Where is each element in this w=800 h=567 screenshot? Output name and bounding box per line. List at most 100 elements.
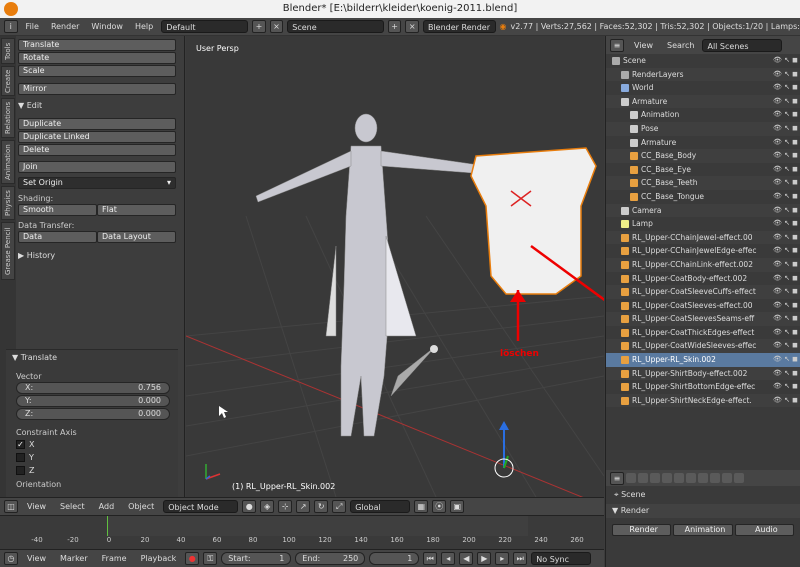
end-frame-field[interactable]: End: 250	[295, 552, 366, 565]
lamp-object[interactable]	[430, 345, 438, 353]
outliner-search-menu[interactable]: Search	[663, 41, 698, 50]
outliner-row[interactable]: RL_Upper-CChainLink-effect.002 👁 ↖ ◼	[606, 257, 800, 272]
remove-scene-icon[interactable]: ×	[405, 20, 419, 33]
modifiers-tab-icon[interactable]	[698, 473, 708, 483]
outliner-row[interactable]: RL_Upper-ShirtBody-effect.002 👁 ↖ ◼	[606, 366, 800, 381]
outliner-row[interactable]: Animation 👁 ↖ ◼	[606, 108, 800, 122]
menu-window[interactable]: Window	[87, 22, 127, 31]
visibility-toggles-icon[interactable]: 👁 ↖ ◼	[773, 394, 798, 408]
edit-panel-header[interactable]: ▼ Edit	[18, 100, 176, 112]
data-button[interactable]: Data	[18, 231, 97, 243]
outliner-row[interactable]: Scene 👁 ↖ ◼	[606, 54, 800, 68]
tab-animation[interactable]: Animation	[1, 140, 15, 184]
vector-x-field[interactable]: X: 0.756	[16, 382, 170, 394]
vp-menu-object[interactable]: Object	[123, 502, 159, 511]
add-scene-icon[interactable]: +	[387, 20, 402, 33]
tab-tools[interactable]: Tools	[1, 38, 15, 64]
join-button[interactable]: Join	[18, 161, 176, 173]
render-preview-icon[interactable]: ▣	[450, 500, 465, 513]
add-layout-icon[interactable]: +	[252, 20, 266, 33]
layers-icon[interactable]: ▦	[414, 500, 429, 513]
object-tab-icon[interactable]	[674, 473, 684, 483]
scene-tab-icon[interactable]	[650, 473, 660, 483]
vp-menu-view[interactable]: View	[22, 502, 51, 511]
visibility-toggles-icon[interactable]: 👁 ↖ ◼	[773, 217, 798, 231]
pivot-icon[interactable]: ◈	[260, 500, 275, 513]
jump-end-icon[interactable]: ⏭	[513, 552, 528, 565]
shading-icon[interactable]: ●	[242, 500, 257, 513]
tl-menu-view[interactable]: View	[22, 554, 51, 563]
next-key-icon[interactable]: ▸	[495, 552, 510, 565]
render-panel-header[interactable]: ▼ Render	[606, 504, 800, 518]
visibility-toggles-icon[interactable]: 👁 ↖ ◼	[773, 380, 798, 394]
render-button[interactable]: Render	[612, 524, 672, 536]
vp-menu-select[interactable]: Select	[55, 502, 90, 511]
outliner-row[interactable]: CC_Base_Eye 👁 ↖ ◼	[606, 163, 800, 177]
outliner-row[interactable]: RL_Upper-CChainJewel-effect.00 👁 ↖ ◼	[606, 230, 800, 245]
rotate-manipulator-icon[interactable]: ↻	[314, 500, 329, 513]
translate-button[interactable]: Translate	[18, 39, 176, 51]
world-tab-icon[interactable]	[662, 473, 672, 483]
scale-manipulator-icon[interactable]: ⤢	[332, 500, 347, 513]
outliner-row[interactable]: CC_Base_Body 👁 ↖ ◼	[606, 149, 800, 163]
menu-help[interactable]: Help	[131, 22, 157, 31]
layout-dropdown[interactable]: Default	[161, 20, 249, 33]
visibility-toggles-icon[interactable]: 👁 ↖ ◼	[773, 108, 798, 122]
translate-manipulator-icon[interactable]: ↗	[296, 500, 311, 513]
visibility-toggles-icon[interactable]: 👁 ↖ ◼	[773, 190, 798, 204]
outliner-row[interactable]: CC_Base_Teeth 👁 ↖ ◼	[606, 176, 800, 190]
editor-type-icon[interactable]: ◷	[4, 552, 18, 565]
visibility-toggles-icon[interactable]: 👁 ↖ ◼	[773, 258, 798, 272]
visibility-toggles-icon[interactable]: 👁 ↖ ◼	[773, 285, 798, 299]
visibility-toggles-icon[interactable]: 👁 ↖ ◼	[773, 326, 798, 340]
set-origin-dropdown[interactable]: Set Origin ▾	[18, 177, 176, 189]
visibility-toggles-icon[interactable]: 👁 ↖ ◼	[773, 163, 798, 177]
data-layout-button[interactable]: Data Layout	[97, 231, 176, 243]
menu-file[interactable]: File	[22, 22, 43, 31]
mode-dropdown[interactable]: Object Mode	[163, 500, 239, 513]
play-icon[interactable]: ▶	[477, 552, 492, 565]
render-tab-icon[interactable]	[626, 473, 636, 483]
tab-relations[interactable]: Relations	[1, 98, 15, 138]
animation-button[interactable]: Animation	[673, 524, 733, 536]
jump-start-icon[interactable]: ⏮	[423, 552, 438, 565]
tab-create[interactable]: Create	[1, 66, 15, 96]
vector-z-field[interactable]: Z: 0.000	[16, 408, 170, 420]
outliner-row[interactable]: CC_Base_Tongue 👁 ↖ ◼	[606, 190, 800, 204]
current-frame-field[interactable]: 1	[369, 552, 420, 565]
manipulator-icon[interactable]: ⊹	[278, 500, 293, 513]
mirror-button[interactable]: Mirror	[18, 83, 176, 95]
outliner-row[interactable]: RL_Upper-CoatSleeveCuffs-effect 👁 ↖ ◼	[606, 285, 800, 299]
sync-dropdown[interactable]: No Sync	[531, 552, 592, 565]
visibility-toggles-icon[interactable]: 👁 ↖ ◼	[773, 204, 798, 218]
keying-icon[interactable]: ⚿	[203, 552, 218, 565]
editor-type-icon[interactable]: ≡	[610, 38, 624, 52]
outliner-row[interactable]: RL_Upper-CoatThickEdges-effect 👁 ↖ ◼	[606, 326, 800, 340]
visibility-toggles-icon[interactable]: 👁 ↖ ◼	[773, 231, 798, 245]
scene-dropdown[interactable]: Scene	[287, 20, 384, 33]
delete-button[interactable]: Delete	[18, 144, 176, 156]
outliner-row[interactable]: RL_Upper-CChainJewelEdge-effec 👁 ↖ ◼	[606, 244, 800, 258]
visibility-toggles-icon[interactable]: 👁 ↖ ◼	[773, 367, 798, 381]
duplicate-linked-button[interactable]: Duplicate Linked	[18, 131, 176, 143]
render-layers-tab-icon[interactable]	[638, 473, 648, 483]
visibility-toggles-icon[interactable]: 👁 ↖ ◼	[773, 54, 798, 68]
outliner-row[interactable]: RenderLayers 👁 ↖ ◼	[606, 67, 800, 82]
3d-viewport[interactable]: User Persp löschen (1) RL_Upper-RL_Skin.…	[186, 36, 604, 497]
tab-physics[interactable]: Physics	[1, 186, 15, 220]
outliner-display-mode-dropdown[interactable]: All Scenes	[702, 38, 783, 52]
visibility-toggles-icon[interactable]: 👁 ↖ ◼	[773, 299, 798, 313]
texture-tab-icon[interactable]	[734, 473, 744, 483]
outliner-row[interactable]: Armature 👁 ↖ ◼	[606, 94, 800, 109]
outliner-row[interactable]: Lamp 👁 ↖ ◼	[606, 217, 800, 231]
outliner-row[interactable]: Camera 👁 ↖ ◼	[606, 203, 800, 218]
rotate-button[interactable]: Rotate	[18, 52, 176, 64]
outliner-row[interactable]: RL_Upper-ShirtNeckEdge-effect. 👁 ↖ ◼	[606, 393, 800, 408]
visibility-toggles-icon[interactable]: 👁 ↖ ◼	[773, 312, 798, 326]
prev-key-icon[interactable]: ◂	[441, 552, 456, 565]
record-icon[interactable]: ●	[185, 552, 200, 565]
constraint-z-checkbox[interactable]: Z	[16, 464, 178, 477]
outliner-row[interactable]: RL_Upper-CoatBody-effect.002 👁 ↖ ◼	[606, 272, 800, 286]
visibility-toggles-icon[interactable]: 👁 ↖ ◼	[773, 68, 798, 82]
flat-button[interactable]: Flat	[97, 204, 176, 216]
